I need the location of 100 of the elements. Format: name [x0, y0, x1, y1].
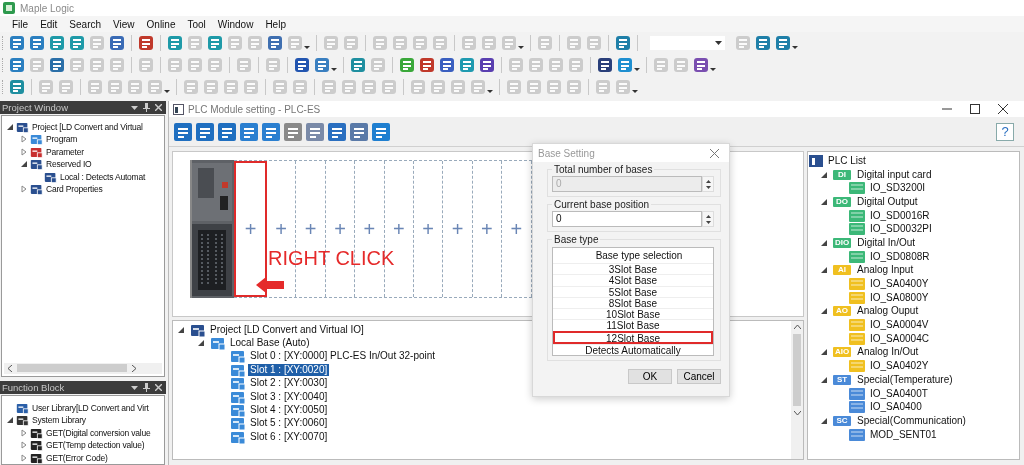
- tree-item[interactable]: Slot 2 : [XY:0030]: [248, 377, 330, 390]
- toolbar-button[interactable]: [49, 57, 65, 73]
- tree-item[interactable]: IO_SA0400: [868, 401, 924, 414]
- tree-item[interactable]: Analog Input: [855, 264, 916, 277]
- toolbar-button[interactable]: [439, 57, 455, 73]
- plus-sign[interactable]: +: [244, 219, 257, 239]
- number-field[interactable]: 0: [552, 211, 702, 227]
- tree-item[interactable]: Project [LD Convert and Virtual: [30, 120, 145, 133]
- toolbar-button[interactable]: [29, 35, 45, 51]
- help-button[interactable]: ?: [996, 122, 1014, 141]
- tree-item[interactable]: IO_SD0808R: [868, 250, 932, 263]
- tree-item[interactable]: Digital Output: [855, 195, 920, 208]
- toolbar-button[interactable]: [775, 35, 791, 51]
- expanded-arrow-icon[interactable]: [820, 238, 828, 247]
- collapsed-arrow-icon[interactable]: [20, 453, 28, 462]
- tree-item[interactable]: IO_SA0004C: [868, 332, 931, 345]
- list-item[interactable]: 11Slot Base: [553, 319, 713, 331]
- tree-item[interactable]: IO_SA0402Y: [868, 360, 931, 373]
- tree-item[interactable]: Slot 5 : [XY:0060]: [248, 417, 330, 430]
- expanded-arrow-icon[interactable]: [6, 416, 14, 425]
- expanded-arrow-icon[interactable]: [820, 348, 828, 357]
- horizontal-scrollbar[interactable]: [4, 362, 162, 374]
- toolbar-button[interactable]: [479, 57, 495, 73]
- plus-sign[interactable]: +: [363, 219, 376, 239]
- expanded-arrow-icon[interactable]: [6, 122, 14, 131]
- collapsed-arrow-icon[interactable]: [20, 428, 28, 437]
- collapsed-arrow-icon[interactable]: [20, 185, 28, 194]
- plus-sign[interactable]: +: [304, 219, 317, 239]
- menu-item[interactable]: File: [6, 18, 35, 30]
- tree-item[interactable]: User Library[LD Convert and Virt: [30, 401, 151, 414]
- toolbar-button[interactable]: [138, 35, 154, 51]
- tree-item[interactable]: Slot 3 : [XY:0040]: [248, 390, 330, 403]
- expanded-arrow-icon[interactable]: [820, 375, 828, 384]
- menu-item[interactable]: Search: [63, 18, 108, 30]
- collapsed-arrow-icon[interactable]: [20, 441, 28, 450]
- collapsed-arrow-icon[interactable]: [20, 135, 28, 144]
- toolbar-button[interactable]: [172, 120, 194, 143]
- plus-sign[interactable]: +: [510, 219, 523, 239]
- plus-sign[interactable]: +: [275, 219, 288, 239]
- tree-item[interactable]: Analog In/Out: [855, 346, 921, 359]
- toolbar-button[interactable]: [194, 120, 216, 143]
- menu-item[interactable]: View: [107, 18, 141, 30]
- tree-item[interactable]: Analog Ouput: [855, 305, 921, 318]
- toolbar-button[interactable]: [419, 57, 435, 73]
- expanded-arrow-icon[interactable]: [20, 160, 28, 169]
- tree-item[interactable]: Slot 4 : [XY:0050]: [248, 404, 330, 417]
- tree-item[interactable]: GET(Digital conversion value: [44, 426, 153, 439]
- scroll-down-icon[interactable]: [793, 410, 801, 415]
- menu-item[interactable]: Tool: [181, 18, 212, 30]
- list-item[interactable]: 12Slot Base: [553, 330, 713, 344]
- scroll-thumb[interactable]: [793, 334, 801, 406]
- tree-item[interactable]: Digital input card: [855, 168, 934, 181]
- tree-item[interactable]: Special(Temperature): [855, 373, 955, 386]
- spinner[interactable]: [702, 176, 714, 192]
- toolbar-button[interactable]: [109, 35, 125, 51]
- expanded-arrow-icon[interactable]: [820, 197, 828, 206]
- plus-sign[interactable]: +: [422, 219, 434, 239]
- toolbar-button[interactable]: [216, 120, 238, 143]
- expanded-arrow-icon[interactable]: [820, 416, 828, 425]
- tree-item[interactable]: IO_SD0016R: [868, 209, 932, 222]
- dropdown-icon[interactable]: [131, 383, 138, 392]
- toolbar-button[interactable]: [348, 120, 370, 143]
- toolbar-button[interactable]: [314, 57, 330, 73]
- menu-item[interactable]: Edit: [34, 18, 64, 30]
- dialog-button[interactable]: OK: [628, 369, 672, 385]
- tree-item[interactable]: IO_SA0004V: [868, 319, 931, 332]
- scroll-left-icon[interactable]: [8, 364, 13, 372]
- tree-item[interactable]: Local Base (Auto): [228, 337, 312, 350]
- spinner[interactable]: [702, 211, 714, 227]
- list-item[interactable]: 8Slot Base: [553, 296, 713, 309]
- tree-item[interactable]: Program: [44, 133, 80, 146]
- plus-sign[interactable]: +: [334, 219, 346, 239]
- tree-item[interactable]: MOD_SENT01: [868, 428, 939, 441]
- tree-item[interactable]: System Library: [30, 414, 88, 427]
- tree-item[interactable]: Parameter: [44, 145, 86, 158]
- tree-item[interactable]: Slot 1 : [XY:0020]: [248, 363, 330, 376]
- scroll-thumb[interactable]: [17, 364, 127, 373]
- tree-item[interactable]: GET(Error Code): [44, 451, 110, 464]
- tree-item[interactable]: IO_SA0400Y: [868, 278, 931, 291]
- expanded-arrow-icon[interactable]: [820, 266, 828, 275]
- menu-item[interactable]: Window: [211, 18, 260, 30]
- tree-item[interactable]: Reserved IO: [44, 158, 94, 171]
- list-item[interactable]: Detects Automatically: [553, 343, 713, 356]
- tree-item[interactable]: IO_SD0032PI: [868, 223, 934, 236]
- tree-item[interactable]: Digital In/Out: [855, 236, 918, 249]
- toolbar-button[interactable]: [294, 57, 310, 73]
- plus-sign[interactable]: +: [451, 219, 464, 239]
- tree-item[interactable]: GET(Temp detection value): [44, 439, 147, 452]
- menu-item[interactable]: Help: [259, 18, 292, 30]
- list-item[interactable]: 5Slot Base: [553, 285, 713, 297]
- toolbar-button[interactable]: [755, 35, 771, 51]
- tree-item[interactable]: Slot 6 : [XY:0070]: [248, 430, 330, 443]
- close-icon[interactable]: [998, 104, 1008, 114]
- toolbar-button[interactable]: [615, 35, 631, 51]
- scroll-right-icon[interactable]: [131, 364, 136, 372]
- toolbar-button[interactable]: [9, 57, 25, 73]
- vertical-scrollbar[interactable]: [791, 321, 803, 459]
- maximize-icon[interactable]: [970, 104, 980, 114]
- pin-icon[interactable]: [143, 102, 150, 112]
- list-item[interactable]: 3Slot Base: [553, 263, 713, 275]
